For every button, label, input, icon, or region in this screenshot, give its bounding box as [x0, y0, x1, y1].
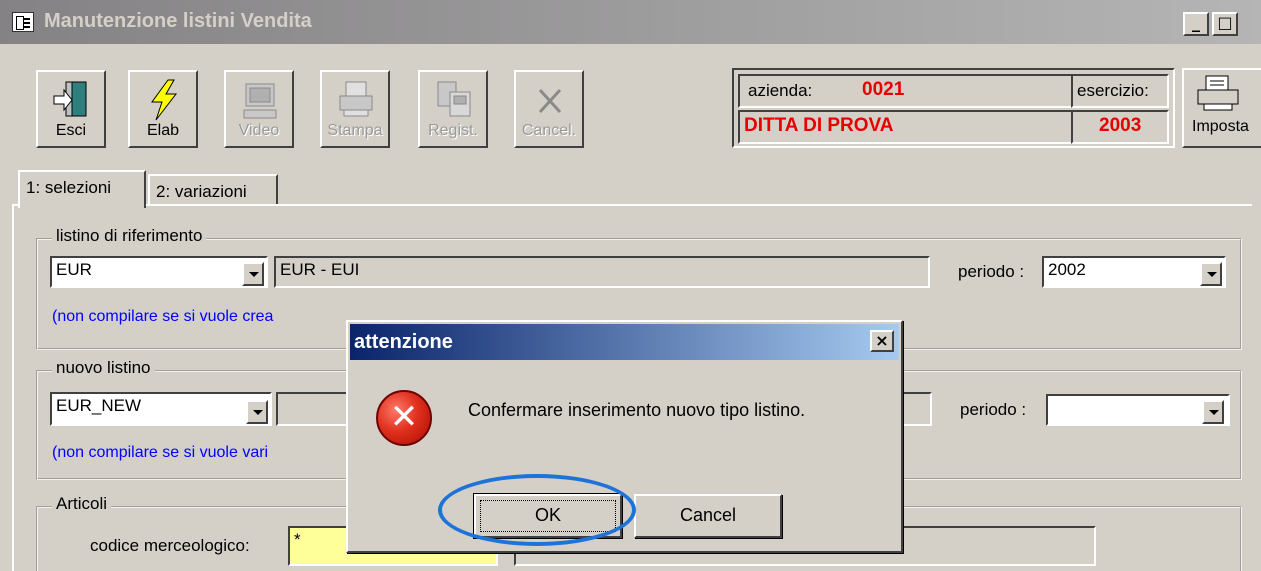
ref-periodo-label: periodo :: [958, 262, 1025, 281]
azienda-name-cell: DITTA DI PROVA: [738, 110, 1073, 144]
annotation-ellipse: [438, 474, 636, 546]
company-info-panel: azienda: 0021 esercizio: DITTA DI PROVA …: [732, 68, 1175, 148]
ref-description-field: EUR - EUI: [274, 256, 930, 288]
ref-periodo-dropdown-button[interactable]: [1200, 262, 1222, 286]
tab-selezioni-label: 1: selezioni: [26, 178, 112, 197]
imposta-button[interactable]: Imposta: [1182, 68, 1261, 148]
ref-note: (non compilare se si vuole crea: [52, 308, 274, 325]
esci-label: Esci: [55, 122, 87, 139]
dialog-titlebar[interactable]: attenzione ×: [350, 324, 899, 360]
minimize-button[interactable]: _: [1183, 12, 1209, 36]
dialog-close-button[interactable]: ×: [870, 330, 894, 352]
form-icon: [12, 12, 34, 32]
dialog-title: attenzione: [354, 331, 453, 353]
printer-icon: [336, 78, 376, 122]
ref-description-value: EUR - EUI: [280, 260, 360, 279]
cancel-toolbar-button[interactable]: Cancel.: [514, 70, 584, 148]
new-periodo-dropdown-button[interactable]: [1202, 400, 1224, 424]
regist-button[interactable]: Regist.: [418, 70, 488, 148]
tab-selezioni[interactable]: 1: selezioni: [18, 170, 146, 208]
elab-button[interactable]: Elab: [128, 70, 198, 148]
ref-group-title: listino di riferimento: [52, 226, 207, 246]
monitor-icon: [240, 78, 280, 122]
window-titlebar[interactable]: Manutenzione listini Vendita _ □: [0, 0, 1261, 44]
stampa-label: Stampa: [327, 122, 383, 139]
dialog-message: Confermare inserimento nuovo tipo listin…: [468, 400, 806, 420]
new-code-dropdown-button[interactable]: [246, 400, 268, 424]
azienda-code: 0021: [862, 79, 905, 100]
new-code-value: EUR_NEW: [56, 396, 142, 415]
azienda-name: DITTA DI PROVA: [744, 115, 894, 136]
esercizio-label-cell: esercizio:: [1071, 74, 1169, 108]
codice-merceologico-label: codice merceologico:: [90, 536, 250, 555]
imposta-label: Imposta: [1192, 118, 1249, 135]
tab-variazioni[interactable]: 2: variazioni: [148, 174, 278, 206]
video-button[interactable]: Video: [224, 70, 294, 148]
esercizio-label: esercizio:: [1077, 81, 1149, 100]
video-label: Video: [238, 122, 280, 139]
printer-icon: [1196, 74, 1240, 117]
tab-variazioni-label: 2: variazioni: [156, 182, 247, 201]
save-icon: [434, 78, 474, 122]
cancel-button[interactable]: Cancel: [634, 494, 782, 538]
new-note: (non compilare se si vuole vari: [52, 444, 269, 461]
stampa-button[interactable]: Stampa: [320, 70, 390, 148]
window-title: Manutenzione listini Vendita: [44, 10, 312, 32]
maximize-button[interactable]: □: [1212, 12, 1238, 36]
esci-button[interactable]: Esci: [36, 70, 106, 148]
codice-merceologico-value: *: [294, 530, 301, 549]
cancel-label: Cancel: [679, 505, 737, 525]
ref-code-dropdown-button[interactable]: [242, 262, 264, 286]
esercizio-value: 2003: [1099, 115, 1142, 136]
main-window: Manutenzione listini Vendita _ □ Esci El…: [0, 0, 1261, 571]
cancel-toolbar-label: Cancel.: [521, 122, 577, 139]
exit-door-icon: [52, 78, 92, 122]
lightning-icon: [144, 78, 184, 122]
ref-code-value: EUR: [56, 260, 92, 279]
azienda-label: azienda:: [748, 81, 813, 100]
azienda-code-cell: azienda: 0021: [738, 74, 1073, 108]
articoli-group-title: Articoli: [52, 494, 112, 514]
cancel-icon: [530, 78, 570, 122]
elab-label: Elab: [146, 122, 180, 139]
new-group-title: nuovo listino: [52, 358, 155, 378]
error-icon: ✕: [376, 390, 432, 446]
new-periodo-label: periodo :: [960, 400, 1027, 419]
ref-periodo-combo[interactable]: 2002: [1042, 256, 1226, 288]
esercizio-value-cell: 2003: [1071, 110, 1169, 144]
new-code-combo[interactable]: EUR_NEW: [50, 392, 272, 426]
ref-periodo-value: 2002: [1048, 260, 1086, 279]
ref-code-combo[interactable]: EUR: [50, 256, 268, 288]
regist-label: Regist.: [428, 122, 478, 139]
